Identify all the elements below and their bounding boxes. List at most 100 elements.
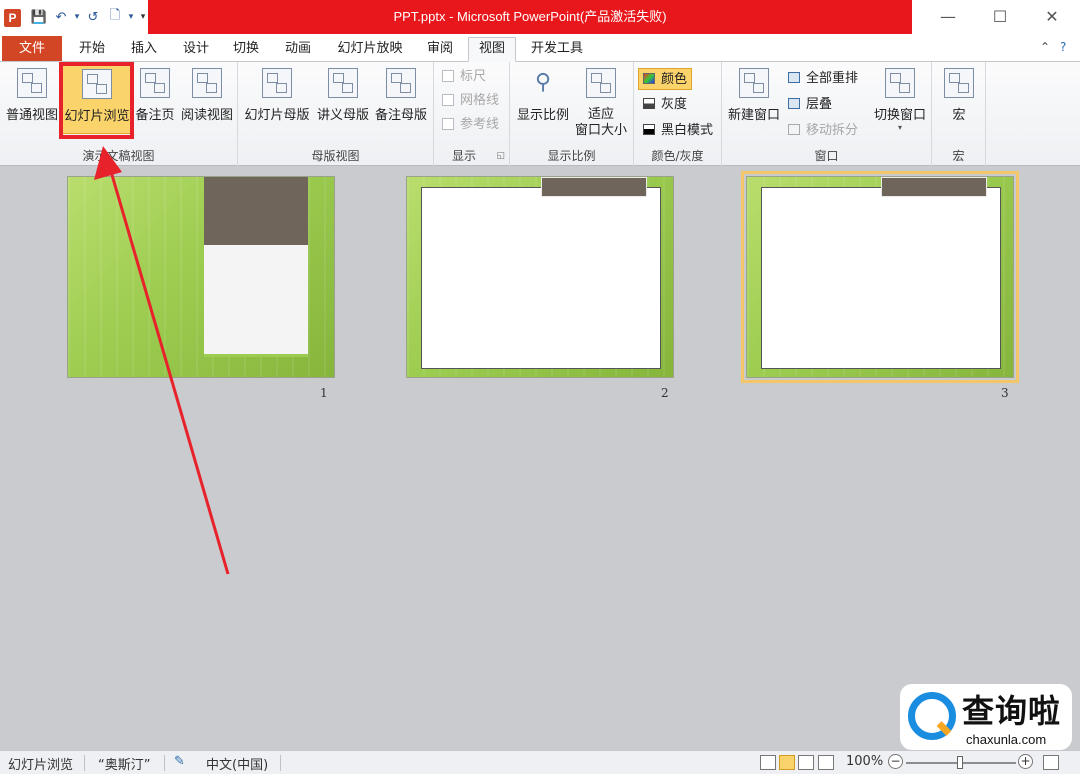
- slide-content-block: [421, 187, 661, 369]
- tab-home[interactable]: 开始: [72, 38, 112, 62]
- status-separator: [84, 755, 85, 771]
- notes-master-button[interactable]: 备注母版: [372, 64, 430, 134]
- zoom-button[interactable]: ⚲ 显示比例: [514, 64, 572, 134]
- slide-thumbnail[interactable]: [67, 176, 335, 378]
- switch-windows-label: 切换窗口: [873, 108, 926, 123]
- collapse-ribbon-icon[interactable]: ⌃: [1040, 40, 1050, 54]
- group-label: 窗口: [814, 149, 839, 163]
- group-master-views: 幻灯片母版 讲义母版 备注母版 母版视图: [238, 62, 434, 166]
- switch-windows-button[interactable]: 切换窗口 ▾: [870, 64, 930, 134]
- print-preview-icon[interactable]: 🗋: [108, 8, 122, 25]
- notes-master-icon: [386, 68, 416, 98]
- gridlines-checkbox[interactable]: 网格线: [442, 90, 499, 112]
- slide-master-button[interactable]: 幻灯片母版: [242, 64, 312, 134]
- tab-slideshow[interactable]: 幻灯片放映: [330, 38, 410, 62]
- status-language[interactable]: 中文(中国): [206, 754, 268, 773]
- reading-view-status-icon[interactable]: [798, 755, 814, 770]
- color-button[interactable]: 颜色: [638, 68, 693, 90]
- notes-page-button[interactable]: 备注页: [133, 64, 177, 134]
- help-icon[interactable]: ?: [1060, 40, 1066, 54]
- slide-master-label: 幻灯片母版: [244, 108, 310, 123]
- notes-master-label: 备注母版: [374, 108, 427, 123]
- slide-thumbnail-selected[interactable]: [741, 171, 1019, 383]
- macros-label: 宏: [952, 108, 966, 123]
- fit-window-label-line2: 窗口大小: [574, 123, 627, 138]
- arrange-all-label: 全部重排: [806, 71, 859, 86]
- handout-master-button[interactable]: 讲义母版: [314, 64, 372, 134]
- spellcheck-icon[interactable]: ✎: [174, 754, 185, 769]
- zoom-out-icon[interactable]: −: [888, 754, 903, 769]
- slide-title-tab: [881, 177, 987, 197]
- status-theme[interactable]: “奥斯汀”: [98, 754, 150, 773]
- minimize-button[interactable]: —: [922, 0, 974, 34]
- tab-developer[interactable]: 开发工具: [524, 38, 590, 62]
- normal-view-button[interactable]: 普通视图: [2, 64, 62, 134]
- slide-title-block: [204, 177, 308, 245]
- notes-page-label: 备注页: [135, 108, 175, 123]
- ruler-checkbox-box: [442, 70, 454, 82]
- tab-review[interactable]: 审阅: [420, 38, 460, 62]
- normal-view-label: 普通视图: [5, 108, 58, 123]
- redo-icon[interactable]: ↺: [86, 9, 100, 25]
- slide-master-icon: [262, 68, 292, 98]
- powerpoint-app-icon[interactable]: P: [4, 9, 21, 27]
- arrange-all-button[interactable]: 全部重排: [788, 68, 858, 90]
- slideshow-status-icon[interactable]: [818, 755, 834, 770]
- color-label: 颜色: [661, 72, 688, 87]
- undo-icon[interactable]: ↶: [54, 9, 68, 25]
- normal-view-status-icon[interactable]: [760, 755, 776, 770]
- color-icon: [643, 73, 655, 84]
- zoom-label: 显示比例: [516, 108, 569, 123]
- cascade-icon: [788, 98, 800, 109]
- tab-file[interactable]: 文件: [2, 36, 62, 61]
- reading-view-label: 阅读视图: [180, 108, 233, 123]
- close-button[interactable]: ✕: [1026, 0, 1078, 34]
- new-window-button[interactable]: 新建窗口: [724, 64, 784, 134]
- guides-checkbox[interactable]: 参考线: [442, 114, 499, 136]
- slide-number: 2: [661, 386, 669, 400]
- grayscale-button[interactable]: 灰度: [643, 94, 687, 116]
- fit-window-label: 适应 窗口大小: [572, 107, 630, 139]
- handout-master-icon: [328, 68, 358, 98]
- tab-view[interactable]: 视图: [468, 37, 516, 62]
- undo-dropdown-icon[interactable]: ▾: [70, 9, 84, 25]
- slide-thumbnail[interactable]: [406, 176, 674, 378]
- window-title: PPT.pptx - Microsoft PowerPoint(产品激活失败): [148, 0, 912, 34]
- switch-windows-icon: [885, 68, 915, 98]
- zoom-slider-thumb[interactable]: [957, 756, 963, 769]
- title-bar: P 💾 ↶ ▾ ↺ 🗋 ▾ ▾ PPT.pptx - Microsoft Pow…: [0, 0, 1080, 36]
- zoom-in-icon[interactable]: +: [1018, 754, 1033, 769]
- fit-window-icon: [586, 68, 616, 98]
- fit-slide-icon[interactable]: [1043, 755, 1059, 770]
- notes-page-icon: [140, 68, 170, 98]
- tab-transitions[interactable]: 切换: [226, 38, 266, 62]
- annotation-highlight-box: [59, 62, 134, 139]
- dialog-launcher-icon[interactable]: ◱: [496, 151, 505, 161]
- macros-button[interactable]: 宏: [936, 64, 982, 134]
- zoom-level[interactable]: 100%: [846, 754, 883, 769]
- tab-design[interactable]: 设计: [176, 38, 216, 62]
- ribbon: 普通视图 幻灯片浏览 备注页 阅读视图 演示文稿视图 幻灯片母版 讲义母版 备注…: [0, 62, 1080, 166]
- black-white-button[interactable]: 黑白模式: [643, 120, 713, 142]
- macros-icon: [944, 68, 974, 98]
- grayscale-label: 灰度: [661, 97, 688, 112]
- fit-to-window-button[interactable]: 适应 窗口大小: [572, 64, 630, 138]
- slide-number: 3: [1001, 386, 1009, 400]
- ribbon-tabs: 文件 开始 插入 设计 切换 动画 幻灯片放映 审阅 视图 开发工具: [0, 36, 1080, 62]
- group-label: 显示比例: [547, 149, 596, 163]
- gridlines-label: 网格线: [460, 93, 500, 108]
- group-macros: 宏 宏: [932, 62, 986, 166]
- move-split-button[interactable]: 移动拆分: [788, 120, 858, 142]
- reading-view-button[interactable]: 阅读视图: [178, 64, 236, 134]
- slide-title-tab: [541, 177, 647, 197]
- tab-insert[interactable]: 插入: [124, 38, 164, 62]
- magnifier-icon: ⚲: [534, 70, 552, 95]
- cascade-button[interactable]: 层叠: [788, 94, 832, 116]
- status-separator: [164, 755, 165, 771]
- tab-animations[interactable]: 动画: [278, 38, 318, 62]
- save-icon[interactable]: 💾: [31, 9, 47, 25]
- maximize-button[interactable]: ☐: [974, 0, 1026, 34]
- ruler-checkbox[interactable]: 标尺: [442, 66, 486, 88]
- grayscale-icon: [643, 98, 655, 109]
- slide-sorter-status-icon[interactable]: [779, 755, 795, 770]
